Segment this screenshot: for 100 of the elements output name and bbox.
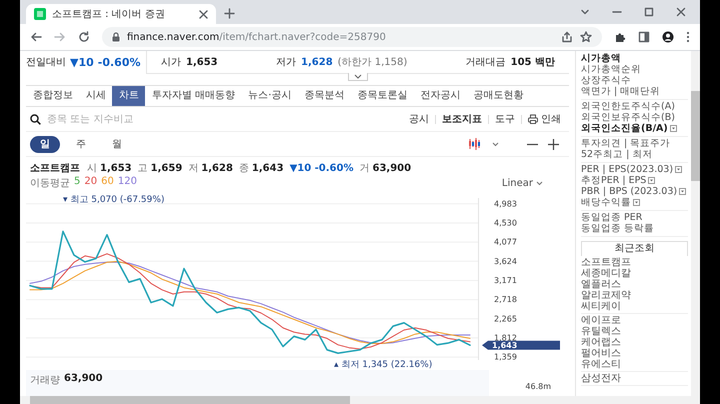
back-icon[interactable] — [30, 31, 42, 43]
field-label: 저가 — [276, 56, 296, 68]
recent-stock-link[interactable]: 삼성전자 — [581, 373, 688, 384]
recent-stock-link[interactable]: 소프트캠프 — [581, 257, 688, 268]
toolbar-link[interactable]: 보조지표 — [442, 112, 482, 126]
recent-tab[interactable]: 최근조회 — [581, 241, 688, 256]
scrollbar[interactable] — [691, 51, 700, 396]
axis-label: 4,530 — [494, 218, 517, 228]
favicon-icon — [34, 8, 46, 20]
close-icon[interactable] — [676, 7, 686, 17]
nav-tab[interactable]: 뉴스·공시 — [241, 86, 298, 106]
recent-stock-link[interactable]: 유틸렉스 — [581, 326, 688, 337]
info-label: 외국인한도주식수(A) — [581, 101, 675, 112]
puzzle-icon[interactable] — [614, 31, 626, 43]
legend-item: 120 — [118, 176, 137, 189]
change-rate: -0.60% — [98, 56, 141, 68]
browser-tab[interactable]: 소프트캠프 : 네이버 증권 — [26, 4, 216, 24]
axis-label: 4,077 — [494, 238, 517, 247]
field-value: 1,628 — [301, 56, 333, 68]
ohlc-label: 종 — [238, 162, 249, 175]
printer-icon — [528, 114, 538, 124]
nav-tab[interactable]: 공매도현황 — [466, 86, 530, 106]
expand-button[interactable] — [348, 73, 368, 81]
maximize-icon[interactable] — [644, 7, 654, 17]
info-label: 배당수익률 — [581, 197, 631, 208]
info-label: 추정PER | EPS — [581, 175, 646, 186]
recent-stock-link[interactable]: 유에스티 — [581, 359, 688, 370]
reload-icon[interactable] — [78, 31, 90, 43]
address-field[interactable]: finance.naver.com/item/fchart.naver?code=258790 — [102, 27, 602, 47]
recent-stock-link[interactable]: 세종메디칼 — [581, 268, 688, 279]
sidebar-icon[interactable] — [638, 31, 650, 43]
field-label: 거래대금 — [466, 56, 506, 68]
star-icon[interactable] — [580, 31, 592, 43]
recent-stock-link[interactable]: 에이프로 — [581, 315, 688, 326]
info-toggle-icon[interactable] — [648, 177, 656, 184]
toolbar-link[interactable]: 공시 — [409, 112, 429, 126]
candlestick-icon[interactable] — [468, 138, 482, 150]
nav-tab[interactable]: 시세 — [79, 86, 112, 106]
volume-label: 거래량 — [30, 374, 60, 387]
recent-stock-link[interactable]: 씨티케이 — [581, 301, 688, 312]
price-change: ▼10 — [70, 56, 94, 68]
recent-stock-link[interactable]: 케어랩스 — [581, 337, 688, 348]
search-field[interactable]: 종목 또는 지수비교 — [47, 114, 247, 124]
info-toggle-icon[interactable] — [670, 125, 677, 132]
scrollbar-thumb[interactable] — [30, 396, 350, 404]
ohlc-value: 1,643 — [252, 163, 284, 174]
close-icon[interactable] — [199, 10, 208, 18]
tab-title: 소프트캠프 : 네이버 증권 — [52, 8, 166, 21]
scrollbar-thumb[interactable] — [691, 91, 700, 181]
volume-value: 63,900 — [372, 163, 412, 174]
scrollbar[interactable] — [20, 396, 700, 404]
axis-label: 3,171 — [494, 276, 517, 285]
axis-label: 1,359 — [494, 352, 517, 362]
nav-tab[interactable]: 차트 — [112, 86, 145, 106]
ohlc-label: 시 — [87, 162, 97, 175]
period-tab[interactable]: 일 — [30, 136, 60, 152]
nav-tab[interactable]: 종합정보 — [26, 86, 79, 106]
toolbar-link[interactable]: 인쇄 — [528, 112, 561, 126]
info-label: 시가총액순위 — [581, 64, 641, 75]
info-label: 액면가 | 매매단위 — [581, 86, 660, 97]
info-toggle-icon[interactable] — [679, 188, 686, 195]
ohlc-label: 저 — [188, 162, 198, 175]
recent-stock-link[interactable]: 펄어비스 — [581, 348, 688, 359]
info-label: 시가총액 — [581, 53, 621, 64]
nav-tab[interactable]: 종목분석 — [297, 86, 350, 106]
ohlc-value: 1,653 — [100, 163, 132, 174]
nav-tab[interactable]: 투자자별 매매동향 — [145, 86, 242, 106]
period-tab[interactable]: 월 — [102, 136, 132, 152]
profile-icon[interactable] — [662, 31, 674, 43]
axis-label: 2,718 — [494, 295, 517, 304]
scale-dropdown[interactable]: Linear — [502, 178, 543, 188]
ohlc-label: 고 — [138, 162, 148, 175]
chevron-down-icon[interactable] — [580, 7, 590, 17]
info-label: PBR | BPS (2023.03) — [581, 186, 678, 197]
info-toggle-icon[interactable] — [633, 199, 640, 206]
url-text: finance.naver.com/item/fchart.naver?code=258790 — [127, 32, 386, 42]
nav-tab[interactable]: 전자공시 — [413, 86, 466, 106]
period-tab[interactable]: 주 — [66, 136, 96, 152]
new-tab-icon[interactable] — [224, 8, 235, 19]
recent-stock-link[interactable]: 엘플러스 — [581, 279, 688, 290]
axis-label: 2,265 — [494, 314, 517, 324]
recent-stock-link[interactable]: 알리코제약 — [581, 290, 688, 301]
info-label: 동일업종 등락률 — [581, 223, 654, 234]
volume-value: 63,900 — [64, 373, 103, 386]
info-label: 52주최고 | 최저 — [581, 149, 652, 160]
ohlc-value: 1,659 — [150, 163, 182, 174]
menu-icon[interactable] — [686, 31, 690, 43]
info-toggle-icon[interactable] — [675, 166, 682, 173]
field-label: 시가 — [161, 56, 181, 68]
legend-label: 이동평균 — [30, 177, 70, 190]
nav-tab[interactable]: 종목토론실 — [350, 86, 414, 106]
axis-label: 4,983 — [494, 199, 517, 208]
price-change: ▼10 -0.60% — [290, 163, 354, 174]
info-label: 외국인소진율(B/A) — [581, 123, 668, 134]
chevron-down-icon[interactable] — [492, 142, 499, 146]
chart-annotation: ▴ 최저 1,345 (22.16%) — [334, 360, 432, 370]
share-icon[interactable] — [561, 31, 573, 43]
toolbar-link[interactable]: 도구 — [495, 112, 515, 126]
zoom-in-icon[interactable] — [548, 138, 559, 150]
change-label: 전일대비 — [26, 56, 66, 69]
